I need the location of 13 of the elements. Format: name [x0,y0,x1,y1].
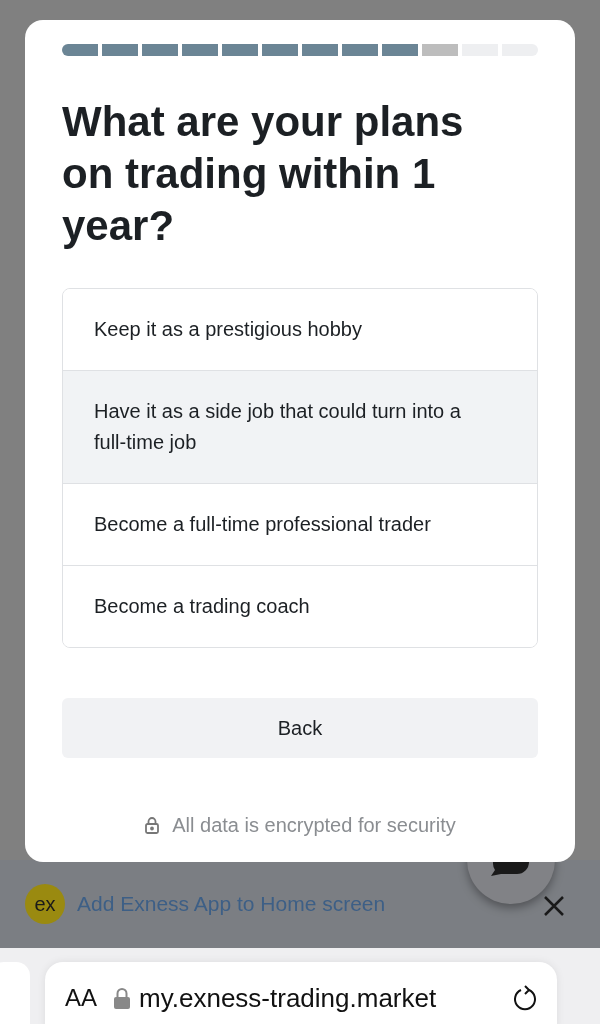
lock-icon [144,816,161,834]
answer-option[interactable]: Have it as a side job that could turn into a full-time job [63,370,537,483]
question-title: What are your plans on trading within 1 year? [62,97,465,251]
close-icon[interactable] [542,894,566,918]
app-logo: ex [25,884,65,924]
security-note: All data is encrypted for security [172,813,456,838]
answer-option[interactable]: Become a trading coach [63,565,537,647]
lock-icon [113,987,131,1009]
text-size-button[interactable]: AA [65,980,97,1016]
address-bar[interactable]: AA my.exness-trading.market [45,962,557,1024]
back-button[interactable]: Back [62,698,538,758]
reload-icon[interactable] [513,985,537,1011]
url-text: my.exness-trading.market [139,981,437,1015]
